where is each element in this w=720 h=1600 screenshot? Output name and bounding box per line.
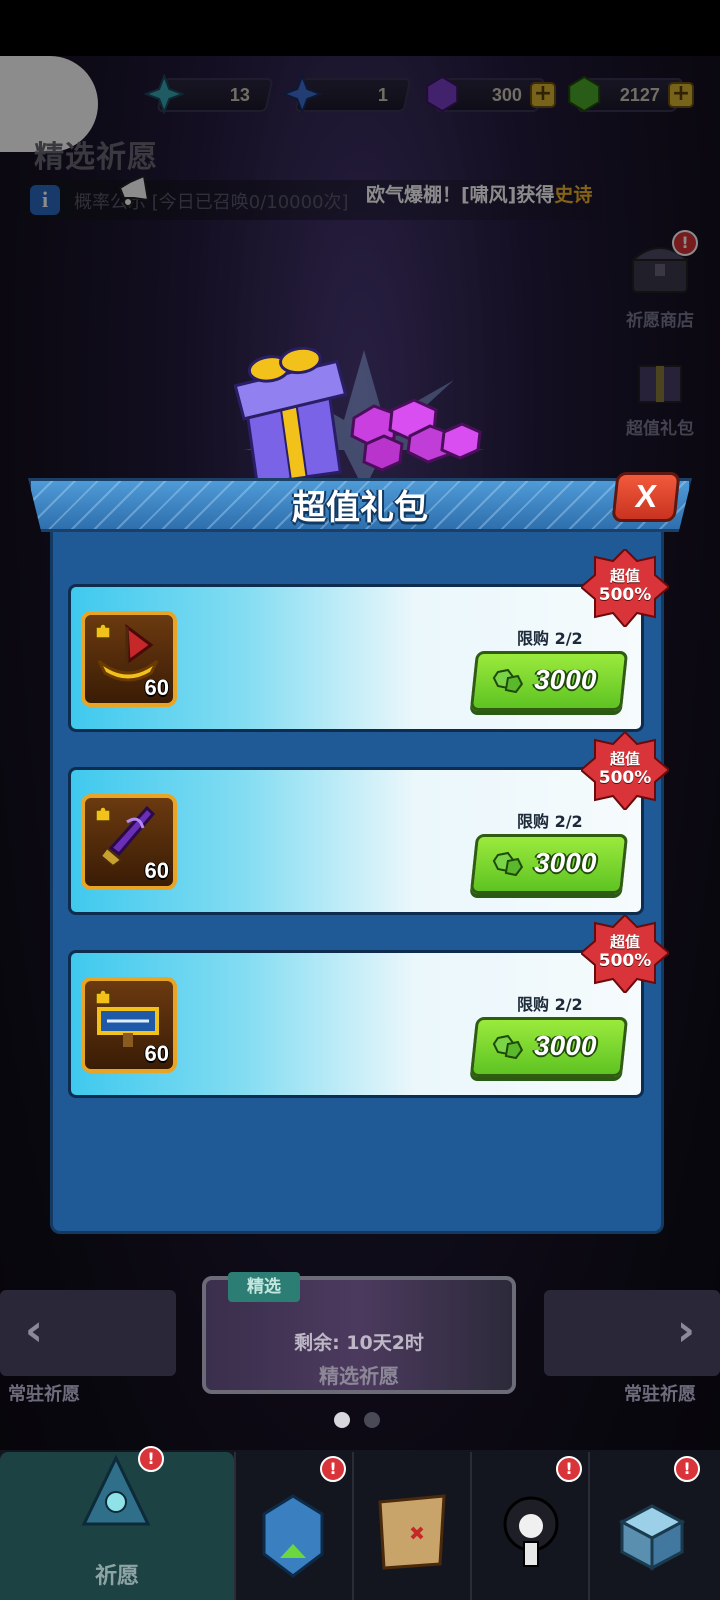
green-gem-icon bbox=[492, 851, 524, 877]
badge-percent: 500% bbox=[598, 585, 652, 605]
featured-wish-name: 精选祈愿 bbox=[319, 1364, 399, 1388]
character-icon bbox=[503, 1496, 559, 1567]
notification-badge: ! bbox=[138, 1446, 164, 1472]
carousel-left-label: 常驻祈愿 bbox=[8, 1384, 80, 1405]
shop-box-icon bbox=[618, 1504, 686, 1571]
purchase-limit: 限购 2/2 bbox=[517, 995, 583, 1014]
price: 3000 bbox=[534, 1030, 597, 1061]
pack-item-slot[interactable]: 60 bbox=[81, 611, 177, 707]
buy-button[interactable]: 3000 bbox=[469, 834, 629, 894]
pack-item-slot[interactable]: 60 bbox=[81, 794, 177, 890]
notification-badge: ! bbox=[674, 1456, 700, 1482]
nav-characters[interactable]: ! bbox=[470, 1452, 588, 1600]
badge-percent: 500% bbox=[598, 768, 652, 788]
close-button[interactable]: X bbox=[611, 472, 681, 522]
nav-label: 祈愿 bbox=[94, 1564, 139, 1589]
badge-label: 超值 bbox=[609, 567, 640, 585]
item-count: 60 bbox=[144, 675, 169, 700]
nav-shop[interactable]: ! bbox=[588, 1452, 720, 1600]
value-badge: 超值 500% bbox=[581, 732, 669, 810]
status-bar bbox=[0, 0, 720, 56]
pack-card: 60 限购 2/2 3000 超值 500% bbox=[68, 915, 669, 1098]
remaining-time: 剩余: 10天2时 bbox=[294, 1332, 424, 1354]
buy-button[interactable]: 3000 bbox=[469, 1017, 629, 1077]
puzzle-piece-icon bbox=[95, 989, 111, 1005]
featured-wish-banner[interactable]: 精选 剩余: 10天2时 精选祈愿 bbox=[202, 1272, 516, 1394]
carousel-next-arrow[interactable]: › bbox=[668, 1306, 704, 1356]
modal-title: 超值礼包 bbox=[292, 488, 428, 528]
nav-upgrade[interactable]: ! bbox=[234, 1452, 352, 1600]
badge-label: 超值 bbox=[609, 933, 640, 951]
puzzle-piece-icon bbox=[95, 806, 111, 822]
item-count: 60 bbox=[144, 1041, 169, 1066]
buy-button[interactable]: 3000 bbox=[469, 651, 629, 711]
page-dot[interactable] bbox=[364, 1412, 380, 1428]
notification-badge: ! bbox=[320, 1456, 346, 1482]
upgrade-card-icon bbox=[262, 1494, 324, 1578]
featured-tag: 精选 bbox=[228, 1272, 300, 1302]
price: 3000 bbox=[534, 664, 597, 695]
pack-card: 60 限购 2/2 3000 超值 500% bbox=[68, 732, 669, 915]
green-gem-icon bbox=[492, 1034, 524, 1060]
carousel-right-label: 常驻祈愿 bbox=[624, 1384, 696, 1405]
gift-box-gems-illustration bbox=[234, 346, 484, 490]
purchase-limit: 限购 2/2 bbox=[517, 812, 583, 831]
nav-map[interactable] bbox=[352, 1452, 470, 1600]
pack-card: 60 限购 2/2 3000 超值 500% bbox=[68, 549, 669, 732]
badge-label: 超值 bbox=[609, 750, 640, 768]
green-gem-icon bbox=[492, 668, 524, 694]
badge-percent: 500% bbox=[598, 951, 652, 971]
value-badge: 超值 500% bbox=[581, 915, 669, 993]
nav-wish[interactable]: ! 祈愿 bbox=[0, 1446, 234, 1600]
carousel-prev-arrow[interactable]: ‹ bbox=[16, 1306, 52, 1356]
notification-badge: ! bbox=[556, 1456, 582, 1482]
value-badge: 超值 500% bbox=[581, 549, 669, 627]
puzzle-piece-icon bbox=[95, 623, 111, 639]
page-dot-active[interactable] bbox=[334, 1412, 350, 1428]
treasure-map-icon bbox=[378, 1494, 446, 1570]
item-count: 60 bbox=[144, 858, 169, 883]
price: 3000 bbox=[534, 847, 597, 878]
purchase-limit: 限购 2/2 bbox=[517, 629, 583, 648]
pack-item-slot[interactable]: 60 bbox=[81, 977, 177, 1073]
